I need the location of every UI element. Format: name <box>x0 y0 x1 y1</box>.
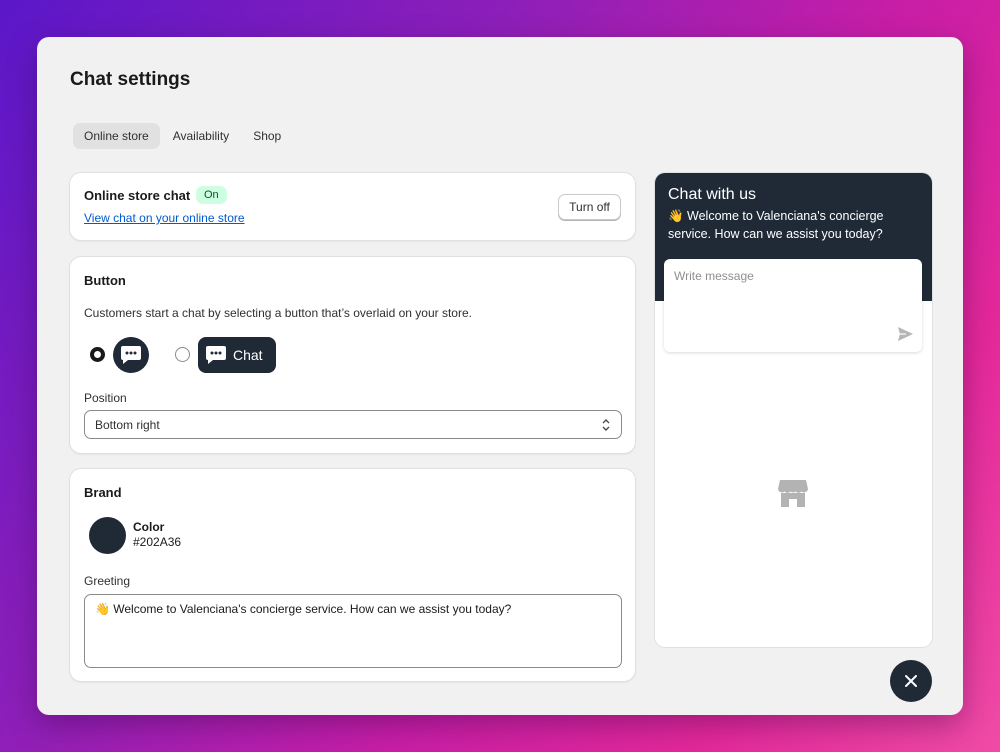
brand-section-heading: Brand <box>84 485 122 500</box>
greeting-textarea[interactable]: 👋 Welcome to Valenciana's concierge serv… <box>84 594 622 668</box>
page-title: Chat settings <box>70 69 191 90</box>
button-section-heading: Button <box>84 273 126 288</box>
button-settings-card: Button Customers start a chat by selecti… <box>70 257 635 453</box>
text-button-radio[interactable] <box>175 347 190 362</box>
color-label: Color <box>133 520 165 534</box>
chat-settings-window: Chat settings Online store Availability … <box>37 37 963 715</box>
message-placeholder: Write message <box>674 269 754 283</box>
tab-bar: Online store Availability Shop <box>73 123 292 149</box>
brand-settings-card: Brand Color #202A36 Greeting 👋 Welcome t… <box>70 469 635 681</box>
color-value: #202A36 <box>133 535 182 549</box>
icon-only-button-option[interactable] <box>113 337 149 373</box>
chat-preview-panel: Chat with us 👋 Welcome to Valenciana's c… <box>655 173 932 647</box>
status-badge: On <box>196 186 227 204</box>
position-select-value: Bottom right <box>95 418 160 432</box>
close-chat-button[interactable] <box>890 660 932 702</box>
tab-availability[interactable]: Availability <box>162 123 240 149</box>
button-section-description: Customers start a chat by selecting a bu… <box>84 306 472 320</box>
online-store-chat-card: Online store chat On View chat on your o… <box>70 173 635 240</box>
chat-bubble-icon <box>121 346 141 364</box>
store-icon <box>778 480 808 507</box>
chat-bubble-icon <box>206 346 226 364</box>
icon-button-radio[interactable] <box>90 347 105 362</box>
brand-color-swatch[interactable] <box>89 517 126 554</box>
turn-off-button[interactable]: Turn off <box>558 194 621 220</box>
close-icon <box>905 675 917 687</box>
tab-shop[interactable]: Shop <box>242 123 292 149</box>
send-icon[interactable] <box>897 326 914 342</box>
greeting-label: Greeting <box>84 574 131 588</box>
tab-online-store[interactable]: Online store <box>73 123 160 149</box>
select-chevrons-icon <box>602 419 610 431</box>
chat-preview-greeting: 👋 Welcome to Valenciana's concierge serv… <box>668 209 884 241</box>
online-store-chat-title: Online store chat <box>84 188 191 203</box>
chat-button-label: Chat <box>233 347 263 363</box>
message-input[interactable]: Write message <box>664 259 922 352</box>
icon-and-text-button-option[interactable]: Chat <box>198 337 276 373</box>
chat-preview-title: Chat with us <box>668 186 757 203</box>
position-select[interactable]: Bottom right <box>84 410 622 439</box>
position-label: Position <box>84 391 127 405</box>
view-chat-link[interactable]: View chat on your online store <box>84 211 245 225</box>
